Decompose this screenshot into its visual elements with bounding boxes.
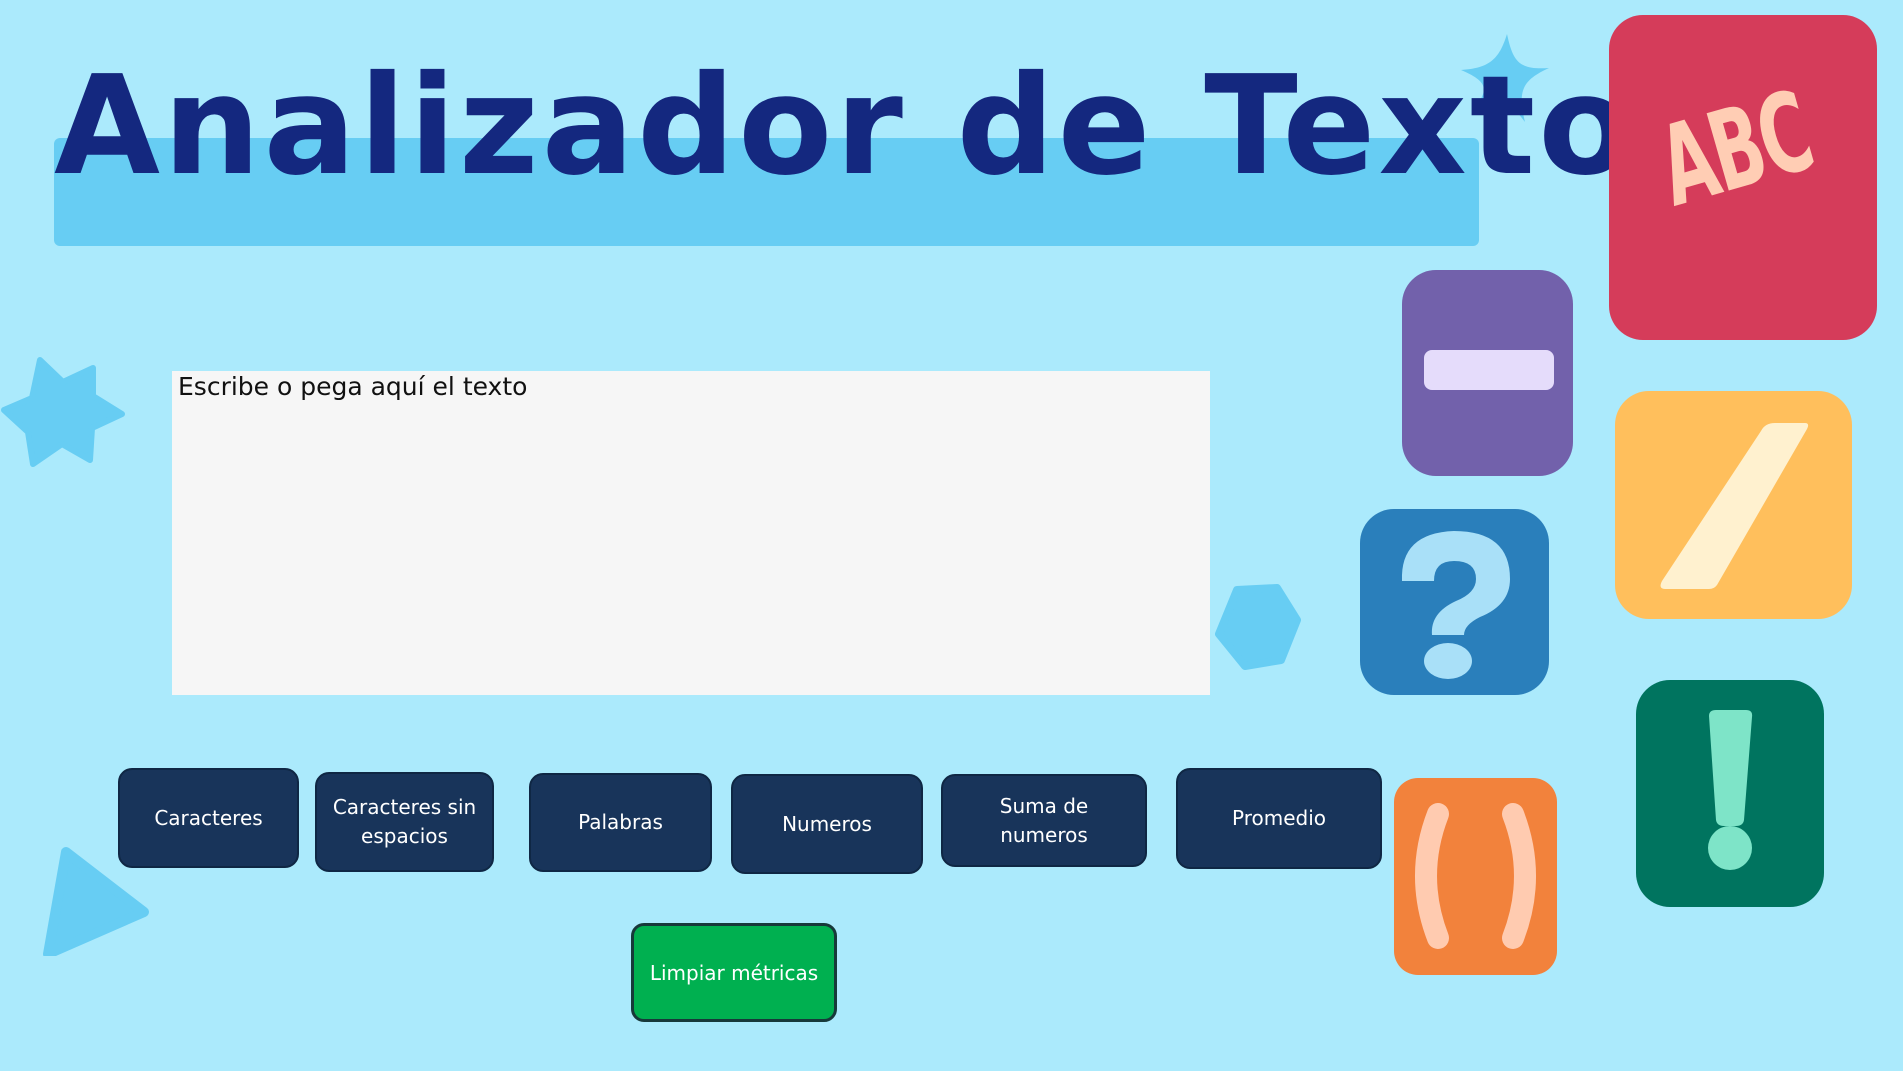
caracteres-sin-espacios-button-label: Caracteres sin espacios xyxy=(332,795,477,848)
numeros-button[interactable]: Numeros xyxy=(731,774,923,874)
promedio-button-label: Promedio xyxy=(1231,806,1326,830)
caracteres-sin-espacios-button[interactable]: Caracteres sin espacios xyxy=(315,772,494,872)
suma-de-numeros-button[interactable]: Suma de numeros xyxy=(941,774,1147,867)
parentheses-icon xyxy=(1415,803,1536,949)
minus-tile xyxy=(1402,270,1573,476)
star-decoration xyxy=(1,357,125,467)
analyzer-screen: Analizador de Texto Caracteres Caractere… xyxy=(0,0,1903,1071)
palabras-button[interactable]: Palabras xyxy=(529,773,712,872)
abc-tile-text: ABC xyxy=(1646,68,1825,232)
exclamation-mark-icon xyxy=(1708,710,1753,870)
caracteres-button[interactable]: Caracteres xyxy=(118,768,299,868)
hexagon-decoration xyxy=(1215,584,1301,670)
slash-icon xyxy=(1660,423,1809,589)
slash-tile xyxy=(1615,391,1852,619)
parentheses-tile xyxy=(1394,778,1557,975)
caracteres-button-label: Caracteres xyxy=(154,805,263,830)
clear-metrics-button-label: Limpiar métricas xyxy=(649,960,819,985)
suma-de-numeros-button-label: Suma de numeros xyxy=(999,793,1089,847)
abc-tile: ABC xyxy=(1609,15,1877,340)
clear-metrics-button[interactable]: Limpiar métricas xyxy=(631,923,837,1022)
question-tile xyxy=(1360,509,1549,695)
text-input[interactable] xyxy=(172,371,1210,695)
abc-icon: ABC xyxy=(1646,68,1825,232)
page-title: Analizador de Texto xyxy=(54,47,1636,206)
exclamation-tile xyxy=(1636,680,1824,907)
numeros-button-label: Numeros xyxy=(782,811,872,836)
palabras-button-label: Palabras xyxy=(578,810,663,834)
minus-icon xyxy=(1424,350,1554,390)
promedio-button[interactable]: Promedio xyxy=(1176,768,1382,869)
question-mark-icon xyxy=(1401,531,1510,679)
